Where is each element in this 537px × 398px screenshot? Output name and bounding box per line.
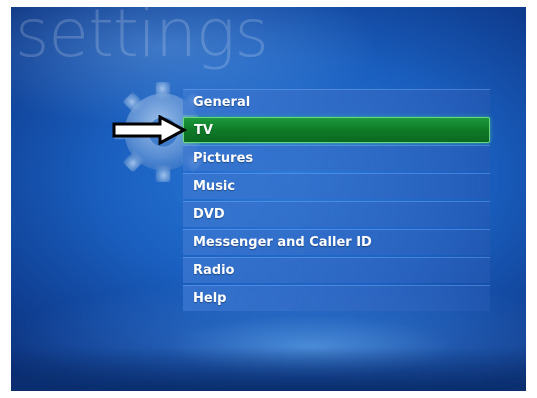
page-title: settings	[15, 7, 269, 72]
menu-item-general[interactable]: General	[183, 89, 490, 115]
menu-item-tv[interactable]: TV	[183, 117, 490, 143]
screenshot-frame: settings General TV Pictures Music DVD M…	[0, 0, 537, 398]
menu-item-radio[interactable]: Radio	[183, 257, 490, 283]
menu-item-help[interactable]: Help	[183, 285, 490, 311]
menu-item-messenger-caller-id[interactable]: Messenger and Caller ID	[183, 229, 490, 255]
media-center-screen: settings General TV Pictures Music DVD M…	[11, 7, 526, 391]
menu-item-music[interactable]: Music	[183, 173, 490, 199]
background-bottom-band	[11, 347, 526, 391]
settings-menu: General TV Pictures Music DVD Messenger …	[183, 89, 490, 313]
right-arrow-icon	[112, 115, 188, 145]
menu-item-dvd[interactable]: DVD	[183, 201, 490, 227]
menu-item-pictures[interactable]: Pictures	[183, 145, 490, 171]
